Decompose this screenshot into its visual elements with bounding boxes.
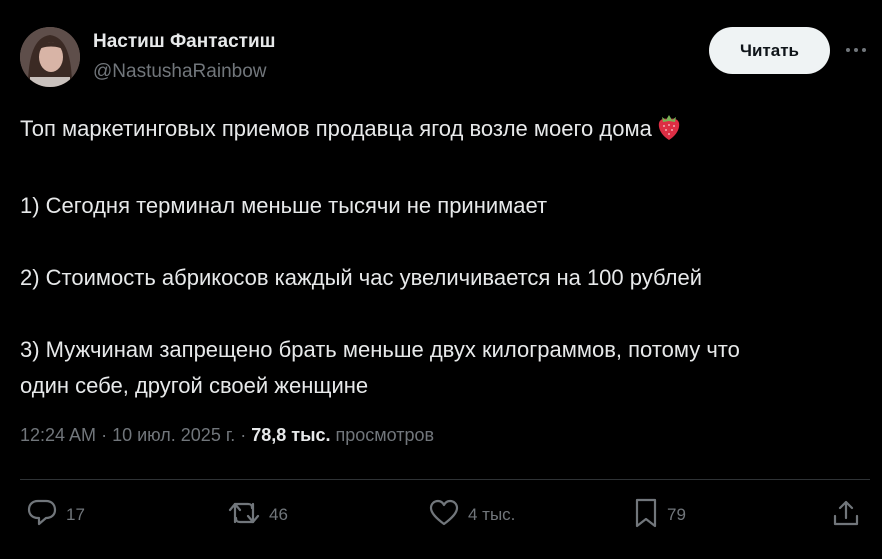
reply-icon <box>26 498 58 533</box>
author-handle[interactable]: @NastushaRainbow <box>93 61 267 83</box>
repost-count: 46 <box>269 505 288 524</box>
tweet-meta: 12:24 AM · 10 июл. 2025 г. · 78,8 тыс. п… <box>20 425 434 446</box>
author-name[interactable]: Настиш Фантастиш <box>93 31 275 53</box>
repost-icon <box>227 498 261 533</box>
tweet-line: Топ маркетинговых приемов продавца ягод … <box>20 111 865 152</box>
meta-separator: · <box>101 425 108 445</box>
like-count: 4 тыс. <box>468 505 516 524</box>
tweet-line: 2) Стоимость абрикосов каждый час увелич… <box>20 265 702 290</box>
follow-button[interactable]: Читать <box>709 27 830 74</box>
views-count[interactable]: 78,8 тыс. <box>251 425 330 445</box>
tweet-line: один себе, другой своей женщине <box>20 373 369 398</box>
reply-count: 17 <box>66 505 85 524</box>
repost-button[interactable]: 46 <box>227 497 288 533</box>
heart-icon <box>428 498 460 533</box>
more-options-icon[interactable] <box>842 36 870 64</box>
bookmark-button[interactable]: 79 <box>633 497 686 533</box>
reply-button[interactable]: 17 <box>26 497 85 533</box>
bookmark-count: 79 <box>667 505 686 524</box>
tweet: Настиш Фантастиш @NastushaRainbow Читать… <box>0 0 882 559</box>
tweet-line: 3) Мужчинам запрещено брать меньше двух … <box>20 337 740 362</box>
tweet-line-text: Топ маркетинговых приемов продавца ягод … <box>20 116 652 141</box>
tweet-text: Топ маркетинговых приемов продавца ягод … <box>20 111 865 404</box>
share-button[interactable] <box>832 497 860 533</box>
tweet-line: 1) Сегодня терминал меньше тысячи не при… <box>20 193 548 218</box>
action-bar: 17 46 4 тыс. 79 <box>0 497 882 533</box>
like-button[interactable]: 4 тыс. <box>428 497 515 533</box>
meta-separator: · <box>240 425 247 445</box>
avatar[interactable] <box>20 27 80 87</box>
tweet-time[interactable]: 12:24 AM <box>20 425 96 445</box>
divider <box>20 479 870 480</box>
views-label: просмотров <box>335 425 435 445</box>
bookmark-icon <box>633 497 659 534</box>
share-icon <box>832 498 860 533</box>
tweet-date[interactable]: 10 июл. 2025 г. <box>112 425 235 445</box>
strawberry-icon <box>656 113 682 152</box>
